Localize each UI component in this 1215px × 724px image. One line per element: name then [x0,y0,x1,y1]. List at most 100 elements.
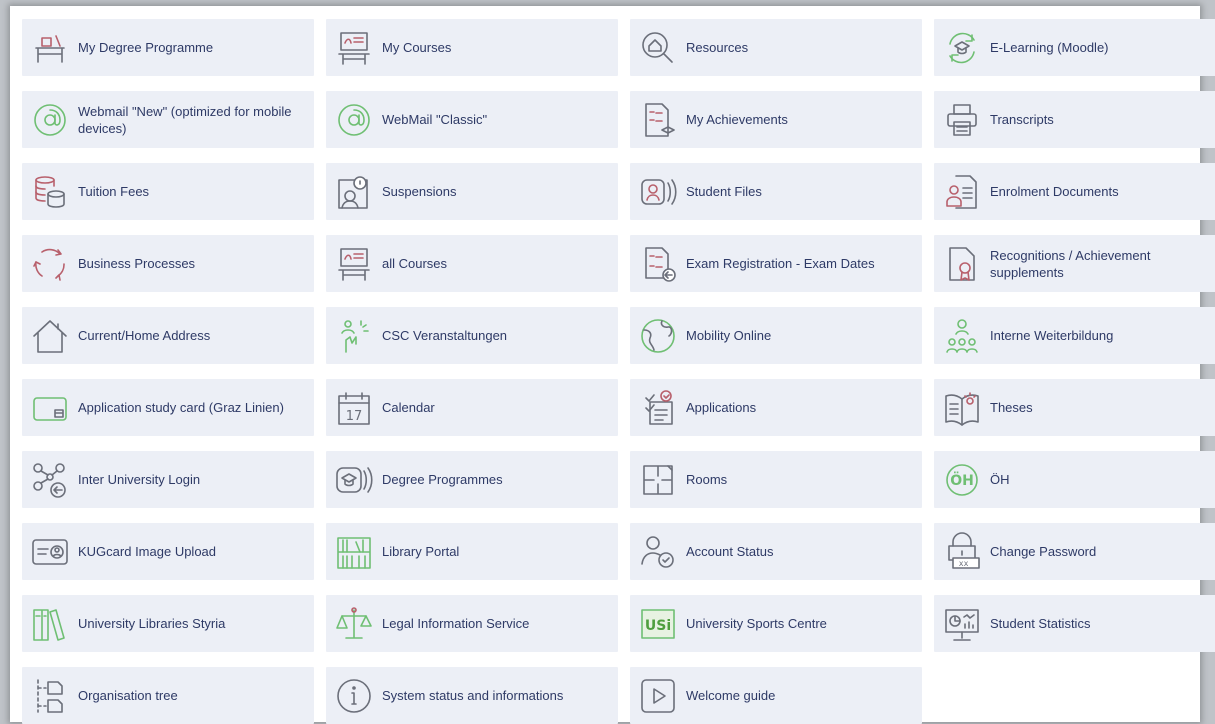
tile-kugcard-image-upload[interactable]: KUGcard Image Upload [22,523,314,580]
id-card-icon [28,530,72,574]
printer-icon [940,98,984,142]
play-icon [636,674,680,718]
tile-degree-programmes[interactable]: Degree Programmes [326,451,618,508]
elearning-icon [940,26,984,70]
house-icon [28,314,72,358]
tile-label: Rooms [686,472,728,487]
tile-label: Organisation tree [78,688,178,703]
tile-account-status[interactable]: Account Status [630,523,922,580]
tile-e-learning-moodle[interactable]: E-Learning (Moodle) [934,19,1215,76]
tile-applications[interactable]: Applications [630,379,922,436]
tile-my-achievements[interactable]: My Achievements [630,91,922,148]
tile-label: Applications [686,400,757,415]
enrolment-docs-icon [940,170,984,214]
tile-change-password[interactable]: xx_ Change Password [934,523,1215,580]
tile-organisation-tree[interactable]: Organisation tree [22,667,314,724]
svg-text:xx_: xx_ [959,559,974,568]
tile-label: Theses [990,400,1033,415]
tile-suspensions[interactable]: Suspensions [326,163,618,220]
certificate-icon [940,242,984,286]
tile-label: Application study card (Graz Linien) [78,400,284,415]
tile-enrolment-documents[interactable]: Enrolment Documents [934,163,1215,220]
globe-icon [636,314,680,358]
tile-recognitions-achievement-supplements[interactable]: Recognitions / Achievement supplements [934,235,1215,292]
degree-programmes-icon [332,458,376,502]
tile-library-portal[interactable]: Library Portal [326,523,618,580]
tile-webmail-new-optimized-for-mobile-devices[interactable]: Webmail "New" (optimized for mobile devi… [22,91,314,148]
tile-label: Transcripts [990,112,1054,127]
tile-label: Student Files [686,184,762,199]
tile-label: Welcome guide [686,688,776,703]
group-training-icon [940,314,984,358]
tile-all-courses[interactable]: all Courses [326,235,618,292]
tile-label: ÖH [990,472,1010,487]
tile-label: Resources [686,40,749,55]
tile-label: Suspensions [382,184,457,199]
coins-icon [28,170,72,214]
csc-icon [332,314,376,358]
tile-label: Degree Programmes [382,472,503,487]
tile-system-status-and-informations[interactable]: System status and informations [326,667,618,724]
app-tile-grid: My Degree Programme My Courses Resources E-… [22,19,1215,724]
tile-label: My Achievements [686,112,788,127]
tile-label: Mobility Online [686,328,772,343]
scales-icon [332,602,376,646]
tile-transcripts[interactable]: Transcripts [934,91,1215,148]
tile-label: Current/Home Address [78,328,211,343]
tile-mobility-online[interactable]: Mobility Online [630,307,922,364]
tile-student-files[interactable]: Student Files [630,163,922,220]
tile-university-sports-centre[interactable]: USi University Sports Centre [630,595,922,652]
tile-inter-university-login[interactable]: Inter University Login [22,451,314,508]
tile-label: University Libraries Styria [78,616,226,631]
tile-label: My Degree Programme [78,40,214,55]
grades-icon [636,98,680,142]
password-lock-icon: xx_ [940,530,984,574]
tile-my-degree-programme[interactable]: My Degree Programme [22,19,314,76]
tile-label: Webmail "New" (optimized for mobile devi… [78,103,292,136]
tile-label: KUGcard Image Upload [78,544,217,559]
tile-csc-veranstaltungen[interactable]: CSC Veranstaltungen [326,307,618,364]
thesis-icon [940,386,984,430]
tile-label: My Courses [382,40,452,55]
network-login-icon [28,458,72,502]
tile-rooms[interactable]: Rooms [630,451,922,508]
tile-theses[interactable]: Theses [934,379,1215,436]
tile-current-home-address[interactable]: Current/Home Address [22,307,314,364]
tile-label: Library Portal [382,544,460,559]
tile-interne-weiterbildung[interactable]: Interne Weiterbildung [934,307,1215,364]
tile-label: Exam Registration - Exam Dates [686,256,875,271]
oeh-icon: ÖH [940,458,984,502]
tile-welcome-guide[interactable]: Welcome guide [630,667,922,724]
tile-calendar[interactable]: 17 Calendar [326,379,618,436]
tile-label: Student Statistics [990,616,1091,631]
cycle-icon [28,242,72,286]
tile-tuition-fees[interactable]: Tuition Fees [22,163,314,220]
tile-label: Calendar [382,400,435,415]
tile-my-courses[interactable]: My Courses [326,19,618,76]
floorplan-icon [636,458,680,502]
books-icon [28,602,72,646]
tile-business-processes[interactable]: Business Processes [22,235,314,292]
tile-student-statistics[interactable]: Student Statistics [934,595,1215,652]
search-home-icon [636,26,680,70]
tile-h[interactable]: ÖH ÖH [934,451,1215,508]
exam-register-icon [636,242,680,286]
tile-label: University Sports Centre [686,616,827,631]
student-files-icon [636,170,680,214]
tile-university-libraries-styria[interactable]: University Libraries Styria [22,595,314,652]
tile-label: System status and informations [382,688,564,703]
at-icon [332,98,376,142]
tile-application-study-card-graz-linien[interactable]: Application study card (Graz Linien) [22,379,314,436]
tile-label: Enrolment Documents [990,184,1119,199]
calendar-icon: 17 [332,386,376,430]
tile-resources[interactable]: Resources [630,19,922,76]
tree-icon [28,674,72,718]
tile-legal-information-service[interactable]: Legal Information Service [326,595,618,652]
tile-label: Recognitions / Achievement supplements [990,247,1151,280]
library-icon [332,530,376,574]
card-icon [28,386,72,430]
svg-text:USi: USi [645,618,671,634]
tile-exam-registration-exam-dates[interactable]: Exam Registration - Exam Dates [630,235,922,292]
desk-icon [28,26,72,70]
tile-webmail-classic[interactable]: WebMail "Classic" [326,91,618,148]
